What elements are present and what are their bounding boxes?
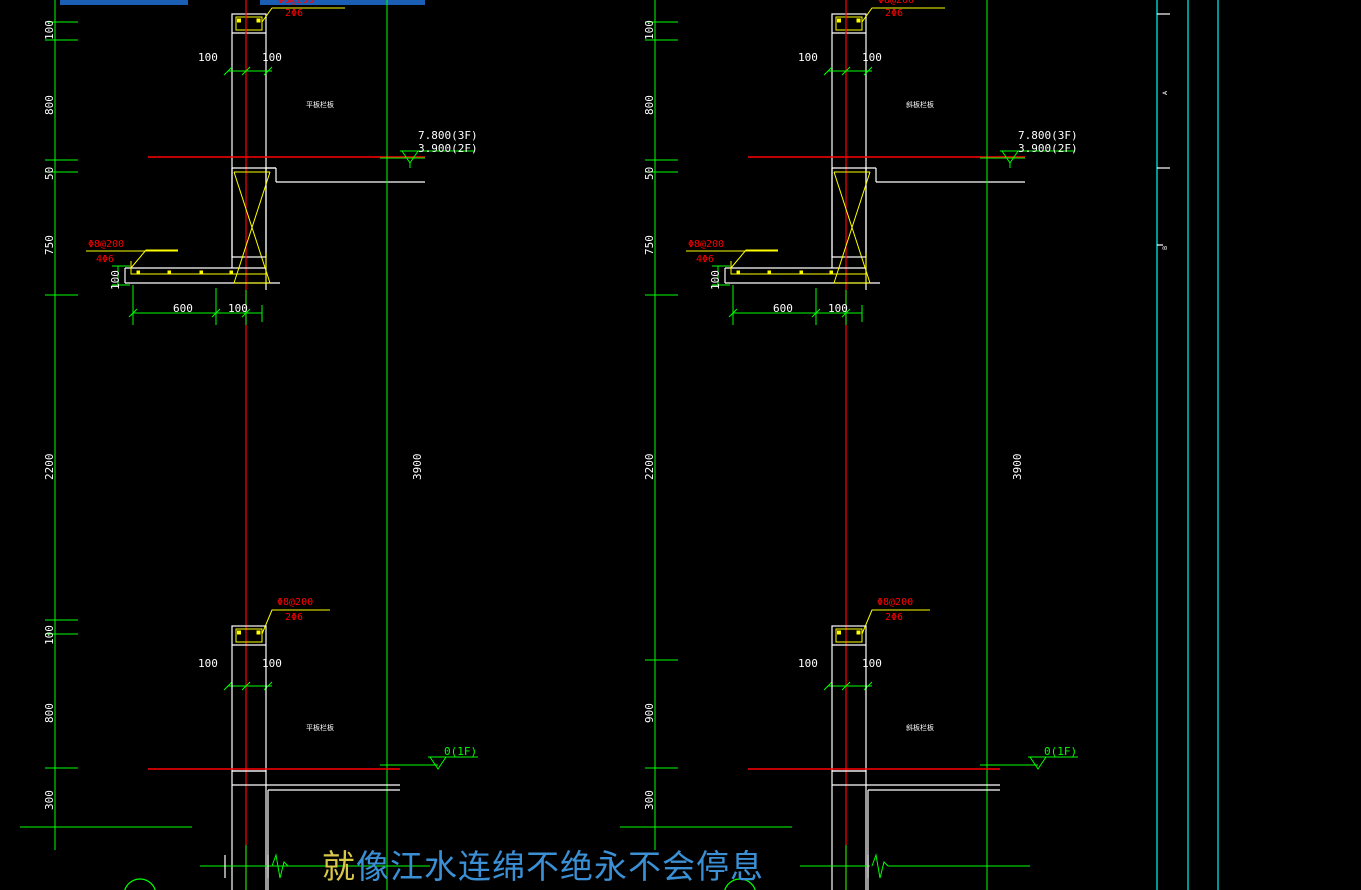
left-wall-width-right-lower: 100 [262, 657, 282, 670]
right-dim-300: 300 [643, 790, 656, 810]
right-beam-x-rebar [833, 171, 871, 284]
left-top-leader [261, 7, 345, 23]
left-rebar-low-stirrup: Φ8@200 [277, 597, 314, 608]
right-wall-width-left-lower: 100 [798, 657, 818, 670]
left-dim-800a: 800 [43, 95, 56, 115]
left-rebar-top-stirrup: Φ8@200 [278, 0, 315, 6]
left-dim-750: 750 [43, 235, 56, 255]
left-upper-width-dim [223, 66, 273, 76]
right-margin-label-b: B [1162, 245, 1169, 250]
left-slab-thickness: 100 [109, 270, 122, 290]
left-beam-x-rebar [233, 171, 271, 284]
left-wall-width-left: 100 [198, 51, 218, 64]
left-lower-parapet-outline [231, 625, 267, 772]
right-mid-leader [730, 249, 778, 269]
left-base-dim-600: 600 [173, 302, 193, 315]
right-dim-750: 750 [643, 235, 656, 255]
left-dim-100a: 100 [43, 20, 56, 40]
left-wall-width-left-lower: 100 [198, 657, 218, 670]
cad-canvas[interactable]: 100 800 50 750 2200 100 800 300 100 100 … [0, 0, 1361, 890]
right-wall-width-left: 100 [798, 51, 818, 64]
left-top-stirrup [235, 16, 263, 31]
right-slab-thickness: 100 [709, 270, 722, 290]
right-rebar-mid-main: 4Φ6 [696, 254, 715, 265]
left-mid-leader [130, 249, 178, 269]
right-note-upper: 斜板栏板 [906, 101, 934, 109]
watermark-body: 像江水连绵不绝永不会停息 [356, 847, 764, 886]
left-lower-stirrup [235, 628, 263, 643]
left-rebar-mid-main: 4Φ6 [96, 254, 115, 265]
right-rebar-top-stirrup: Φ8@200 [878, 0, 915, 6]
right-dim-800a: 800 [643, 95, 656, 115]
left-dim-2200: 2200 [43, 453, 56, 481]
right-rebar-low-stirrup: Φ8@200 [877, 597, 914, 608]
right-dim-2200: 2200 [643, 453, 656, 481]
right-rebar-low-main: 2Φ6 [885, 612, 904, 623]
right-wall-width-right-lower: 100 [862, 657, 882, 670]
right-top-stirrup [835, 16, 863, 31]
left-rebar-top-main: 2Φ6 [285, 8, 304, 19]
right-upper-parapet-outline [831, 13, 867, 258]
left-level-upper-a: 7.800(3F) [418, 129, 478, 142]
right-level-upper-a: 7.800(3F) [1018, 129, 1078, 142]
left-base-dim-100: 100 [228, 302, 248, 315]
right-story-height: 3900 [1011, 453, 1024, 481]
watermark-text: 就像江水连绵不绝永不会停息 [322, 840, 764, 888]
left-note-lower: 平板栏板 [306, 724, 334, 732]
left-level-upper-b: 3.900(2F) [418, 142, 478, 155]
right-note-lower: 斜板栏板 [906, 724, 934, 732]
right-base-dim-600: 600 [773, 302, 793, 315]
left-dim-100b: 100 [43, 625, 56, 645]
left-note-upper: 平板栏板 [306, 101, 334, 109]
left-dim-300: 300 [43, 790, 56, 810]
right-bottom-dim [800, 845, 1030, 890]
left-level-lower: 0(1F) [444, 745, 478, 758]
right-upper-width-dim [823, 66, 873, 76]
right-margin-ticks [1157, 13, 1170, 246]
right-base-dim-100: 100 [828, 302, 848, 315]
drawing-geometry [20, 0, 1219, 890]
left-dim-50: 50 [43, 166, 56, 180]
right-foundation-outline [831, 770, 1000, 890]
right-wall-width-right: 100 [862, 51, 882, 64]
right-dim-50: 50 [643, 166, 656, 180]
right-lower-parapet-outline [831, 625, 867, 772]
left-rebar-mid-stirrup: Φ8@200 [88, 239, 125, 250]
left-lower-width-dim [223, 681, 273, 691]
left-wall-width-right: 100 [262, 51, 282, 64]
right-lower-width-dim [823, 681, 873, 691]
left-story-height: 3900 [411, 453, 424, 481]
right-lower-stirrup [835, 628, 863, 643]
right-margin-label-a: A [1162, 90, 1169, 95]
right-rebar-mid-stirrup: Φ8@200 [688, 239, 725, 250]
watermark-head: 就 [322, 847, 356, 886]
right-top-leader [861, 7, 945, 23]
left-level-marker-lower [387, 756, 478, 770]
right-level-marker-lower [987, 756, 1078, 770]
left-rebar-low-main: 2Φ6 [285, 612, 304, 623]
left-dim-800b: 800 [43, 703, 56, 723]
left-axis-bubble [124, 878, 156, 890]
right-dim-900: 900 [643, 703, 656, 723]
right-margin-cyan-lines [1156, 0, 1219, 890]
right-level-lower: 0(1F) [1044, 745, 1078, 758]
left-upper-parapet-outline [231, 13, 267, 258]
right-dim-100a: 100 [643, 20, 656, 40]
right-rebar-top-main: 2Φ6 [885, 8, 904, 19]
right-level-upper-b: 3.900(2F) [1018, 142, 1078, 155]
